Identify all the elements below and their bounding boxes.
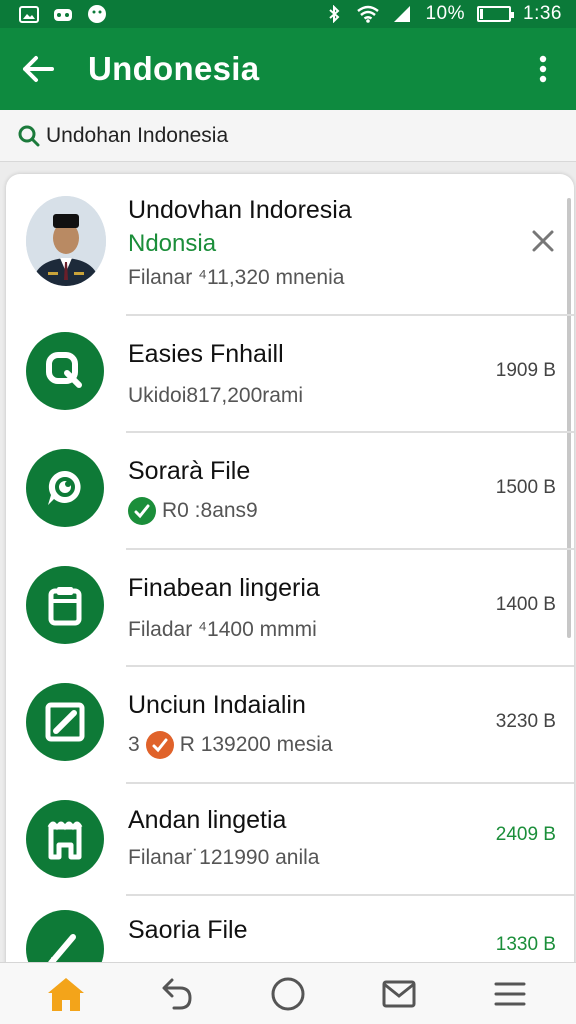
item-size: 1400 B xyxy=(495,594,556,615)
list-item-5[interactable]: Andan lingetia Filanar˙121990 anila 2409… xyxy=(6,784,574,896)
list-item-3[interactable]: Finabean lingeria Filadar ⁴1400 mmmi 140… xyxy=(6,550,574,667)
notification-icons xyxy=(18,5,108,23)
item-title: Sorarà File xyxy=(128,457,251,485)
battery-percent: 10% xyxy=(425,3,466,24)
close-icon xyxy=(532,230,554,252)
chat-bubble-icon xyxy=(26,449,104,527)
item-subtitle: Filanar˙121990 anila xyxy=(128,846,319,870)
item-subtitle-prefix: 3 xyxy=(128,733,140,756)
person-photo xyxy=(26,196,106,286)
mail-icon xyxy=(382,980,416,1007)
item-title: Undovhan Indoresia xyxy=(128,196,352,224)
nav-home-button[interactable] xyxy=(38,969,94,1019)
item-title: Easies Fnhaill xyxy=(128,340,284,368)
orange-check-badge-icon xyxy=(145,731,174,759)
circle-icon xyxy=(271,977,305,1010)
item-subtitle-text: Filanar ⁴11,320 mnenia xyxy=(128,266,345,289)
battery-icon xyxy=(477,6,515,22)
image-icon xyxy=(18,5,40,23)
page-title: Undonesia xyxy=(88,50,260,87)
list-item-4[interactable]: Unciun Indaialin 3 R 139200 mesia 3230 B xyxy=(6,667,574,784)
status-bar: 10% 1:36 xyxy=(0,0,576,28)
home-icon xyxy=(47,977,84,1011)
item-size: 2409 B xyxy=(495,824,556,845)
item-title: Unciun Indaialin xyxy=(128,691,306,719)
item-subtitle-text: Ukidoi817,200rami xyxy=(128,384,304,407)
clipboard-icon xyxy=(26,566,104,644)
arrow-left-icon xyxy=(23,56,54,82)
item-size: 1330 B xyxy=(495,934,556,955)
item-subtitle: R0 :8ans9 xyxy=(128,497,258,525)
item-subtitle: Ukidoi817,200rami xyxy=(128,384,303,408)
game-icon xyxy=(52,5,74,23)
item-subtitle-text: R 139200 mesia xyxy=(179,733,333,756)
close-button[interactable] xyxy=(528,226,558,256)
search-icon xyxy=(18,125,40,146)
store-icon xyxy=(26,800,104,878)
menu-icon xyxy=(494,982,526,1005)
item-title: Saoria File xyxy=(128,916,248,944)
bottom-navigation xyxy=(0,962,576,1024)
overflow-menu-button[interactable] xyxy=(528,49,558,89)
more-vert-icon xyxy=(539,55,547,83)
wifi-icon xyxy=(357,5,380,23)
back-button[interactable] xyxy=(18,49,58,89)
bluetooth-icon xyxy=(323,5,345,23)
app-bar: Undonesia xyxy=(0,28,576,110)
item-title: Andan lingetia xyxy=(128,806,287,834)
battery-level xyxy=(480,9,484,19)
item-subtitle-text: R0 :8ans9 xyxy=(162,499,258,522)
item-size: 1500 B xyxy=(495,477,556,498)
emoji-icon xyxy=(86,5,108,23)
list-item-1[interactable]: Easies Fnhaill Ukidoi817,200rami 1909 B xyxy=(6,316,574,433)
search-query: Undohan Indonesia xyxy=(46,123,229,147)
item-subtitle: 3 R 139200 mesia xyxy=(128,731,333,759)
item-subtitle-text: Filanar˙121990 anila xyxy=(128,846,320,869)
nav-back-button[interactable] xyxy=(149,969,205,1019)
results-list: Undovhan Indoresia Ndonsia Filanar ⁴11,3… xyxy=(6,174,574,974)
nav-circle-button[interactable] xyxy=(260,969,316,1019)
item-highlight: Ndonsia xyxy=(128,230,217,257)
item-subtitle-text: Filadar ⁴1400 mmmi xyxy=(128,618,317,641)
item-subtitle: Filanar ⁴11,320 mnenia xyxy=(128,266,344,290)
item-subtitle: Filadar ⁴1400 mmmi xyxy=(128,618,317,642)
item-size: 1909 B xyxy=(495,360,556,381)
check-badge-icon xyxy=(128,497,156,525)
clock: 1:36 xyxy=(523,3,562,24)
item-title: Finabean lingeria xyxy=(128,574,320,602)
search-magnifier-icon xyxy=(26,332,104,410)
list-item-0[interactable]: Undovhan Indoresia Ndonsia Filanar ⁴11,3… xyxy=(6,174,574,316)
list-item-2[interactable]: Sorarà File R0 :8ans9 1500 B xyxy=(6,433,574,550)
nav-menu-button[interactable] xyxy=(482,969,538,1019)
signal-icon xyxy=(391,5,413,23)
edit-note-icon xyxy=(26,683,104,761)
nav-mail-button[interactable] xyxy=(371,969,427,1019)
system-status: 10% 1:36 xyxy=(323,3,562,25)
search-bar[interactable]: Undohan Indonesia xyxy=(0,110,576,162)
back-arrow-icon xyxy=(162,978,192,1009)
item-size: 3230 B xyxy=(495,711,556,732)
